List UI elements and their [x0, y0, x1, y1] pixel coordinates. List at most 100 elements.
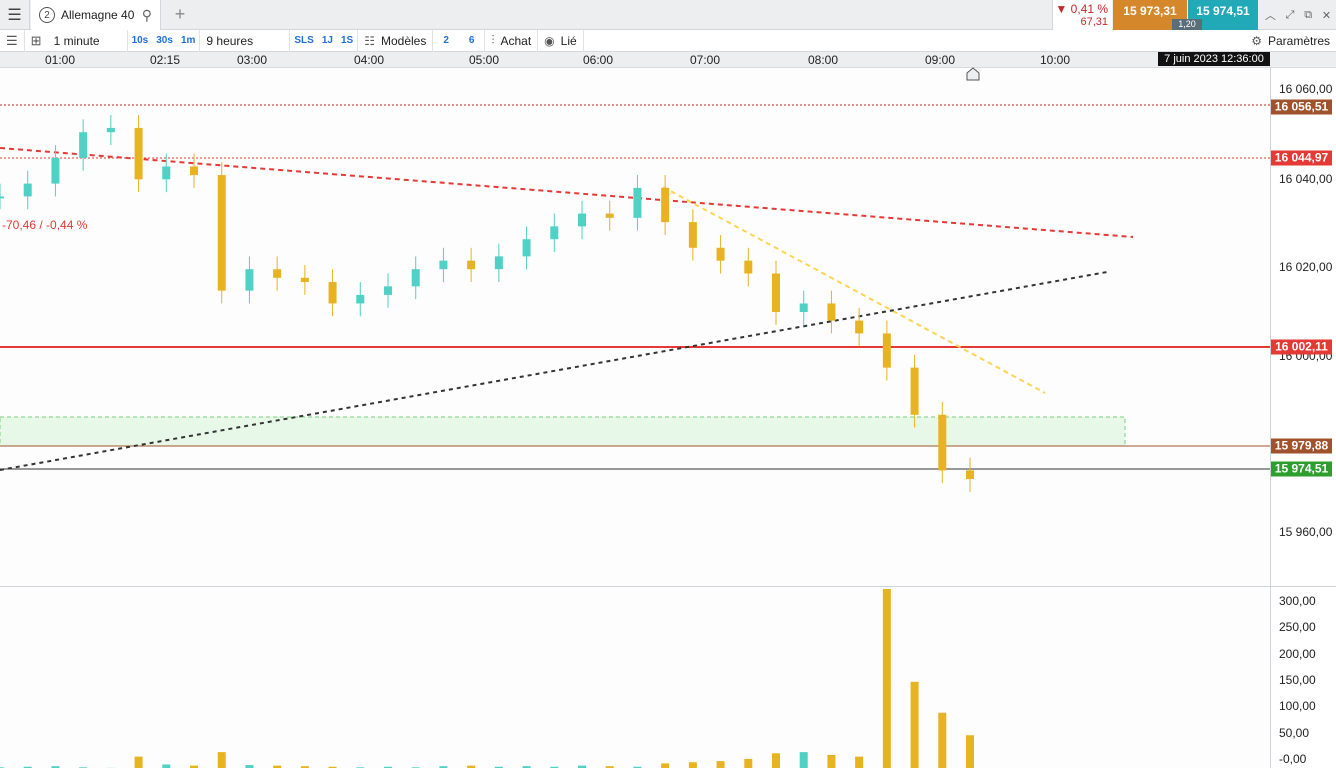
- models-button[interactable]: ☷ Modèles: [358, 29, 434, 52]
- close-icon[interactable]: ✕: [1322, 9, 1331, 22]
- candle: [51, 157, 60, 184]
- interval-select[interactable]: 1 minute: [48, 29, 128, 52]
- volume-label: 150,00: [1279, 673, 1316, 687]
- list-icon[interactable]: ☰: [0, 29, 25, 52]
- price-tag-16044: 16 044,97: [1271, 150, 1332, 166]
- volume-bar: [938, 712, 947, 768]
- time-label: 04:00: [353, 53, 385, 67]
- popout-icon[interactable]: ⧉: [1304, 9, 1312, 22]
- linked-label: Lié: [560, 33, 577, 48]
- interval-1m[interactable]: 1m: [177, 29, 201, 52]
- volume-axis[interactable]: 300,00 250,00 200,00 150,00 100,00 50,00…: [1270, 586, 1336, 768]
- volume-bar: [966, 735, 974, 768]
- price-chart-svg[interactable]: [0, 68, 1270, 586]
- time-label: 08:00: [807, 53, 839, 67]
- home-marker-icon[interactable]: [966, 67, 980, 81]
- layout-6[interactable]: 6: [459, 29, 486, 52]
- candle: [23, 183, 32, 197]
- volume-label: 100,00: [1279, 699, 1316, 713]
- chart-toolbar: ☰ ⊞ 1 minute 10s 30s 1m 9 heures SLS 1J …: [0, 29, 1336, 52]
- support-zone[interactable]: [0, 416, 1126, 447]
- volume-bar: [910, 681, 919, 768]
- time-label: 05:00: [468, 53, 500, 67]
- price-label: 15 960,00: [1279, 525, 1333, 539]
- candle: [938, 414, 947, 471]
- volume-label: 250,00: [1279, 620, 1316, 634]
- volume-bar: [772, 753, 780, 768]
- time-label: 09:00: [924, 53, 956, 67]
- layout-2[interactable]: 2: [433, 30, 459, 52]
- time-label: 07:00: [689, 53, 721, 67]
- linked-button[interactable]: ◉ Lié: [538, 29, 584, 52]
- cursor-date-label: 7 juin 2023 12:36:00: [1158, 52, 1270, 66]
- candle: [162, 166, 171, 180]
- candle: [411, 269, 420, 287]
- volume-label: -0,00: [1279, 752, 1307, 766]
- candle: [910, 367, 919, 415]
- time-label: 03:00: [236, 53, 268, 67]
- volume-bar: [688, 762, 697, 768]
- candle: [0, 196, 4, 199]
- time-label: 10:00: [1039, 53, 1071, 67]
- price-tag-15979: 15 979,88: [1271, 438, 1332, 454]
- time-axis[interactable]: 01:00 02:15 03:00 04:00 05:00 06:00 07:0…: [0, 52, 1336, 68]
- volume-bar: [661, 763, 670, 768]
- downtrend-line-yellow[interactable]: [662, 186, 1046, 394]
- expand-icon[interactable]: ⤢: [1286, 9, 1295, 22]
- price-chart[interactable]: -70,46 / -0,44 %: [0, 68, 1270, 586]
- add-tab-icon[interactable]: +: [170, 5, 190, 25]
- volume-label: 50,00: [1279, 726, 1310, 740]
- price-axis[interactable]: 16 060,00 16 040,00 16 020,00 16 000,00 …: [1270, 68, 1336, 586]
- volume-bar: [217, 752, 226, 768]
- time-label: 06:00: [582, 53, 614, 67]
- chevron-up-icon[interactable]: ︿: [1265, 7, 1276, 23]
- candle: [356, 294, 365, 304]
- candle: [966, 470, 974, 479]
- range-1s[interactable]: 1S: [337, 29, 359, 52]
- layout-icon[interactable]: ⊞: [25, 30, 48, 52]
- volume-bar: [827, 754, 836, 768]
- models-label: Modèles: [380, 33, 427, 48]
- change-pct-value: 0,41 %: [1070, 2, 1108, 16]
- instrument-tab[interactable]: 2 Allemagne 40 ⚲: [31, 0, 161, 30]
- candle: [106, 127, 115, 133]
- price-tag-16056: 16 056,51: [1271, 99, 1332, 115]
- time-label: 02:15: [149, 53, 181, 67]
- volume-chart[interactable]: [0, 586, 1270, 768]
- candle: [550, 226, 559, 240]
- volume-bars-group: [0, 589, 974, 768]
- candle: [578, 213, 586, 227]
- volume-bar: [134, 756, 143, 768]
- candle: [300, 277, 309, 283]
- price-label: 16 060,00: [1279, 82, 1333, 96]
- volume-chart-svg[interactable]: [0, 587, 1270, 768]
- candle: [855, 320, 864, 334]
- interval-10s[interactable]: 10s: [128, 30, 153, 52]
- candle: [772, 273, 780, 313]
- change-annotation: -70,46 / -0,44 %: [2, 218, 88, 232]
- range-sls[interactable]: SLS: [290, 30, 317, 52]
- candle: [245, 269, 254, 291]
- bar-chart-icon: ⫶: [491, 33, 495, 47]
- candle: [217, 175, 226, 291]
- interval-30s[interactable]: 30s: [152, 30, 177, 52]
- time-label: 01:00: [44, 53, 76, 67]
- candle: [439, 260, 448, 270]
- range-1j[interactable]: 1J: [318, 30, 337, 52]
- volume-bar: [882, 589, 891, 768]
- settings-button[interactable]: ⚙ Paramètres: [1245, 30, 1336, 52]
- candle: [79, 132, 88, 158]
- downtrend-line-red[interactable]: [0, 147, 1134, 238]
- duration-select[interactable]: 9 heures: [200, 29, 291, 52]
- volume-label: 200,00: [1279, 647, 1316, 661]
- volume-label: 300,00: [1279, 594, 1316, 608]
- candle: [522, 239, 531, 257]
- settings-label: Paramètres: [1267, 33, 1330, 48]
- change-pct: ▼ 0,41 %: [1055, 2, 1108, 16]
- search-icon[interactable]: ⚲: [142, 7, 152, 24]
- candle: [688, 222, 697, 248]
- menu-icon[interactable]: ☰: [0, 0, 30, 30]
- price-label: 16 020,00: [1279, 260, 1333, 274]
- buy-button[interactable]: ⫶ Achat: [485, 29, 539, 52]
- price-tag-16002: 16 002,11: [1271, 339, 1332, 355]
